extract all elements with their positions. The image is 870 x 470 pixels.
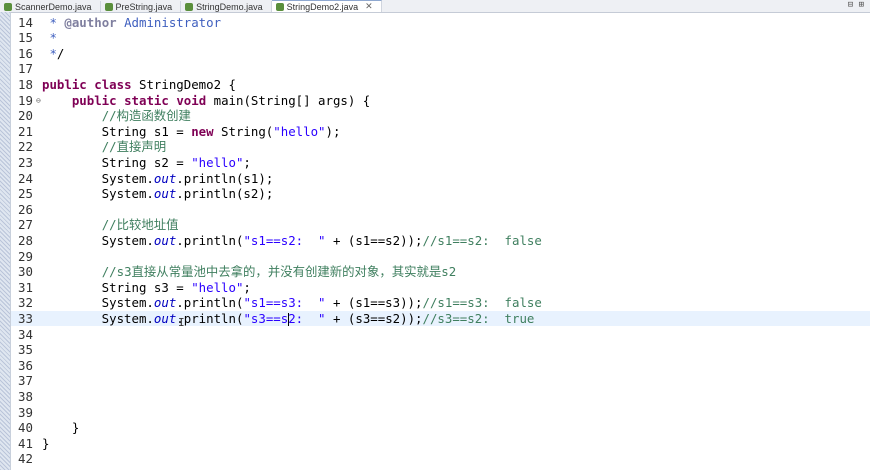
code-text: String s1 = new String("hello"); bbox=[42, 123, 341, 139]
line-number: 38 bbox=[18, 388, 33, 404]
code-line-25[interactable]: 25 System.out.println(s2); bbox=[11, 186, 870, 202]
line-number: 34 bbox=[18, 326, 33, 342]
line-number: 30 bbox=[18, 264, 33, 280]
code-line-39[interactable]: 39 bbox=[11, 405, 870, 421]
code-text: String s3 = "hello"; bbox=[42, 279, 251, 295]
java-file-icon bbox=[4, 2, 12, 11]
code-line-14[interactable]: 14 * @author Administrator bbox=[11, 15, 870, 31]
code-line-24[interactable]: 24 System.out.println(s1); bbox=[11, 171, 870, 187]
code-text: //s3直接从常量池中去拿的，并没有创建新的对象，其实就是s2 bbox=[101, 264, 457, 280]
code-text: //构造函数创建 bbox=[101, 108, 191, 124]
line-number: 29 bbox=[18, 248, 33, 264]
code-line-18[interactable]: 18 public class StringDemo2 { bbox=[11, 77, 870, 93]
line-number: 40 bbox=[18, 420, 33, 436]
code-line-33[interactable]: 33 System.out.println("s3==s2: " + (s3==… bbox=[11, 310, 870, 327]
line-number: 18 bbox=[18, 76, 33, 92]
line-number: 15 bbox=[18, 30, 33, 46]
tab-label: ScannerDemo.java bbox=[15, 1, 92, 12]
java-file-icon bbox=[185, 2, 194, 11]
line-number: 24 bbox=[18, 170, 33, 186]
code-text: } bbox=[42, 435, 50, 451]
fold-collapse-icon[interactable]: ⊖ bbox=[36, 93, 41, 109]
code-text: public static void main(String[] args) { bbox=[71, 92, 371, 108]
line-number: 35 bbox=[18, 342, 33, 358]
code-line-38[interactable]: 38 bbox=[11, 389, 870, 405]
code-line-15[interactable]: 15 * bbox=[11, 30, 870, 46]
code-text: String s2 = "hello"; bbox=[42, 154, 251, 170]
code-line-30[interactable]: 30 //s3直接从常量池中去拿的，并没有创建新的对象，其实就是s2 bbox=[11, 264, 870, 280]
code-line-35[interactable]: 35 bbox=[11, 342, 870, 358]
tab-label: StringDemo.java bbox=[196, 1, 263, 12]
line-number: 37 bbox=[18, 373, 33, 389]
code-text: * @author Administrator bbox=[42, 14, 222, 30]
tab-label: StringDemo2.java bbox=[286, 1, 359, 12]
code-line-21[interactable]: 21 String s1 = new String("hello"); bbox=[11, 124, 870, 140]
window-controls[interactable]: ⊟ ⊞ bbox=[848, 0, 864, 10]
line-number: 33 bbox=[18, 310, 33, 326]
code-text: //比较地址值 bbox=[101, 217, 179, 233]
code-editor[interactable]: 14 * @author Administrator 15 * 16 */17 18 p… bbox=[11, 12, 870, 470]
tab-0[interactable]: ScannerDemo.java bbox=[0, 1, 101, 12]
line-number: 25 bbox=[18, 186, 33, 202]
code-line-37[interactable]: 37 bbox=[11, 373, 870, 389]
line-number: 32 bbox=[18, 295, 33, 311]
code-line-31[interactable]: 31 String s3 = "hello"; bbox=[11, 280, 870, 296]
code-line-40[interactable]: 40 } bbox=[11, 420, 870, 436]
code-line-27[interactable]: 27 //比较地址值 bbox=[11, 217, 870, 233]
code-line-36[interactable]: 36 bbox=[11, 358, 870, 374]
code-line-29[interactable]: 29 bbox=[11, 249, 870, 265]
tab-label: PreString.java bbox=[115, 1, 173, 12]
tab-1[interactable]: PreString.java bbox=[101, 1, 182, 12]
code-text: System.out.println("s1==s3: " + (s1==s3)… bbox=[42, 295, 542, 311]
code-text: System.out.println(s2); bbox=[42, 186, 274, 202]
line-number: 16 bbox=[18, 45, 33, 61]
code-line-32[interactable]: 32 System.out.println("s1==s3: " + (s1==… bbox=[11, 295, 870, 311]
code-line-42[interactable]: 42 bbox=[11, 451, 870, 467]
line-number: 23 bbox=[18, 154, 33, 170]
tab-3[interactable]: StringDemo2.java ✕ bbox=[271, 0, 382, 12]
code-text: System.out.println("s1==s2: " + (s1==s2)… bbox=[42, 232, 542, 248]
code-line-17[interactable]: 17 bbox=[11, 61, 870, 77]
line-number: 14 bbox=[18, 14, 33, 30]
code-line-28[interactable]: 28 System.out.println("s1==s2: " + (s1==… bbox=[11, 233, 870, 249]
code-text: } bbox=[42, 420, 80, 436]
line-number: 42 bbox=[18, 451, 33, 467]
code-line-26[interactable]: 26 bbox=[11, 202, 870, 218]
close-tab-icon[interactable]: ✕ bbox=[365, 1, 373, 12]
code-text: * bbox=[42, 30, 57, 46]
java-file-icon bbox=[275, 2, 284, 11]
code-line-16[interactable]: 16 */ bbox=[11, 46, 870, 62]
line-number: 20 bbox=[18, 108, 33, 124]
code-line-34[interactable]: 34 bbox=[11, 327, 870, 343]
code-text: */ bbox=[42, 45, 65, 61]
line-number: 39 bbox=[18, 404, 33, 420]
code-text: System.out.println("s3==s2: " + (s3==s2)… bbox=[42, 310, 535, 326]
line-number: 31 bbox=[18, 279, 33, 295]
line-number: 28 bbox=[18, 232, 33, 248]
text-caret bbox=[287, 312, 289, 326]
code-line-20[interactable]: 20 //构造函数创建 bbox=[11, 108, 870, 124]
line-number: 17 bbox=[18, 61, 33, 77]
left-ruler bbox=[0, 12, 11, 470]
java-file-icon bbox=[104, 2, 113, 11]
code-text: //直接声明 bbox=[101, 139, 167, 155]
line-number: 26 bbox=[18, 201, 33, 217]
tab-2[interactable]: StringDemo.java bbox=[181, 1, 272, 12]
code-text: System.out.println(s1); bbox=[42, 170, 274, 186]
code-line-19[interactable]: 19 ⊖ public static void main(String[] arg… bbox=[11, 93, 870, 109]
line-number: 21 bbox=[18, 123, 33, 139]
code-line-41[interactable]: 41} bbox=[11, 436, 870, 452]
line-number: 22 bbox=[18, 139, 33, 155]
line-number: 27 bbox=[18, 217, 33, 233]
code-line-22[interactable]: 22 //直接声明 bbox=[11, 139, 870, 155]
line-number: 36 bbox=[18, 357, 33, 373]
line-number: 41 bbox=[18, 435, 33, 451]
code-line-23[interactable]: 23 String s2 = "hello"; bbox=[11, 155, 870, 171]
code-text: public class StringDemo2 { bbox=[42, 76, 236, 92]
mouse-ibeam-cursor: I bbox=[178, 316, 185, 329]
